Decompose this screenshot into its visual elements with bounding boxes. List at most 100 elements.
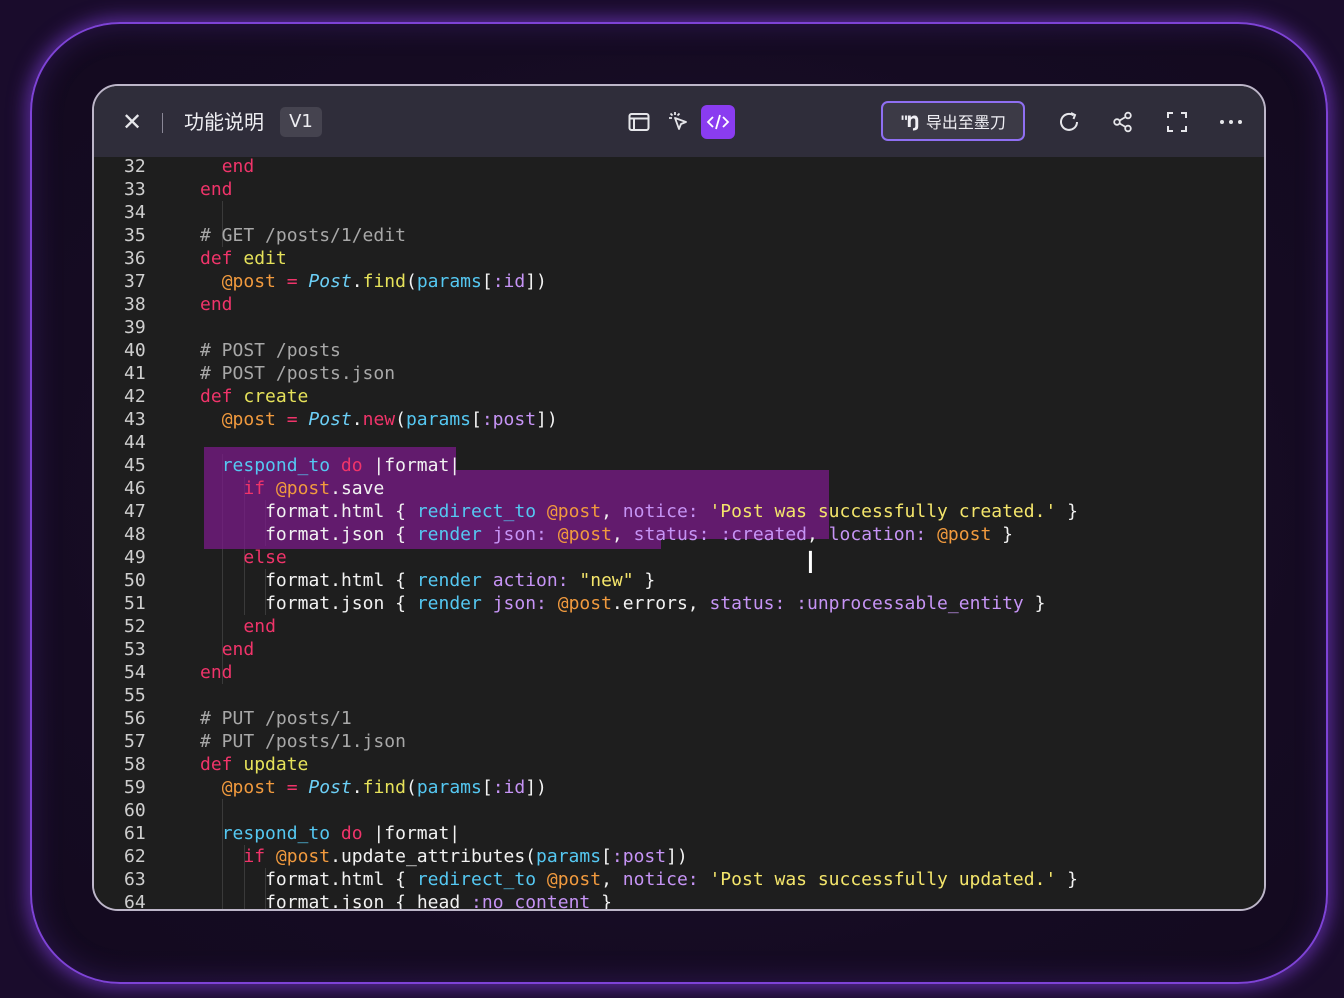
line-number: 61 [124, 823, 146, 844]
code-token: [ [471, 409, 482, 430]
code-editor[interactable]: 32 end 33 end 34 35 # GET /posts/1/edit 36 def e… [94, 157, 1264, 909]
code-token: } [991, 524, 1013, 545]
line-number: 59 [124, 777, 146, 798]
code-token: = [286, 271, 298, 292]
code-token: = [286, 777, 298, 798]
code-token: end [221, 639, 255, 660]
code-line: 63 format.html { redirect_to @post, notic… [94, 868, 1264, 891]
line-number: 57 [124, 731, 146, 752]
code-token: } [1023, 593, 1046, 614]
code-text: end [200, 661, 233, 684]
code-token: json { [340, 593, 417, 614]
code-token: :post [481, 409, 537, 430]
code-token: "new" [579, 570, 634, 591]
code-token: format [265, 570, 331, 591]
modao-logo-icon: "Ŋ [900, 111, 920, 131]
code-text: # POST /posts.json [200, 362, 395, 385]
code-token: format [265, 524, 331, 545]
code-line: 34 [94, 201, 1264, 224]
code-token: format [265, 501, 331, 522]
code-line: 41 # POST /posts.json [94, 362, 1264, 385]
code-token: . [351, 271, 363, 292]
version-badge[interactable]: V1 [280, 107, 322, 137]
code-token: ]) [525, 777, 547, 798]
code-token: :id [492, 271, 526, 292]
code-token: @post [221, 271, 276, 292]
code-token: . [330, 478, 341, 499]
more-icon[interactable] [1214, 105, 1248, 139]
code-text: end [200, 293, 233, 316]
code-token: . [330, 524, 341, 545]
code-line: 33 end [94, 178, 1264, 201]
code-token: status: [709, 593, 786, 614]
code-token: params [416, 271, 482, 292]
code-text: format.html { render action: "new" } [265, 569, 655, 592]
code-token: 'Post was successfully created.' [709, 501, 1057, 522]
code-token: else [243, 547, 287, 568]
code-token: params [416, 777, 482, 798]
code-token: json { [340, 524, 417, 545]
select-cursor-icon[interactable] [662, 105, 696, 139]
code-token: do [340, 823, 363, 844]
close-icon[interactable]: ✕ [120, 110, 144, 134]
code-text: def edit [200, 247, 287, 270]
code-token: render [416, 593, 482, 614]
line-number: 35 [124, 225, 146, 246]
line-number: 49 [124, 547, 146, 568]
code-line: 53 end [94, 638, 1264, 661]
code-token: . [330, 501, 341, 522]
code-token: :no_content [471, 892, 591, 909]
code-token: } [1056, 869, 1078, 890]
code-text: @post = Post.find(params[:id]) [222, 270, 547, 293]
code-line: 44 [94, 431, 1264, 454]
share-icon[interactable] [1106, 105, 1140, 139]
line-number: 34 [124, 202, 146, 223]
code-text: def create [200, 385, 308, 408]
code-token: , [611, 524, 634, 545]
code-token: @post [546, 869, 602, 890]
line-number: 33 [124, 179, 146, 200]
code-line: 50 format.html { render action: "new" } [94, 569, 1264, 592]
line-number: 45 [124, 455, 146, 476]
refresh-icon[interactable] [1052, 105, 1086, 139]
code-token: @post [546, 501, 602, 522]
code-token: . [351, 777, 363, 798]
fullscreen-icon[interactable] [1160, 105, 1194, 139]
code-token: json: [492, 524, 547, 545]
code-token: , [601, 869, 623, 890]
code-line: 42 def create [94, 385, 1264, 408]
code-text: def update [200, 753, 308, 776]
code-token: json: [492, 593, 547, 614]
code-text: format.json { render json: @post, status… [265, 523, 1013, 546]
line-number: 37 [124, 271, 146, 292]
code-line: 59 @post = Post.find(params[:id]) [94, 776, 1264, 799]
code-token: [ [601, 846, 612, 867]
code-token: @post [221, 777, 276, 798]
code-token: if [243, 846, 276, 867]
code-token: } [590, 892, 612, 909]
code-text: # GET /posts/1/edit [200, 224, 406, 247]
code-text: # PUT /posts/1.json [200, 730, 406, 753]
export-to-modao-button[interactable]: "Ŋ 导出至墨刀 [881, 101, 1025, 141]
preview-icon[interactable] [622, 105, 656, 139]
code-line: 61 respond_to do |format| [94, 822, 1264, 845]
code-line: 64 format.json { head :no_content } [94, 891, 1264, 909]
code-text: @post = Post.find(params[:id]) [222, 776, 547, 799]
line-number: 47 [124, 501, 146, 522]
code-token: head [416, 892, 461, 909]
line-number: 39 [124, 317, 146, 338]
code-view-icon[interactable] [701, 105, 735, 139]
code-token: if [243, 478, 276, 499]
line-number: 64 [124, 892, 146, 909]
code-token: ]) [536, 409, 558, 430]
code-token: params [405, 409, 471, 430]
code-token: , [601, 501, 623, 522]
